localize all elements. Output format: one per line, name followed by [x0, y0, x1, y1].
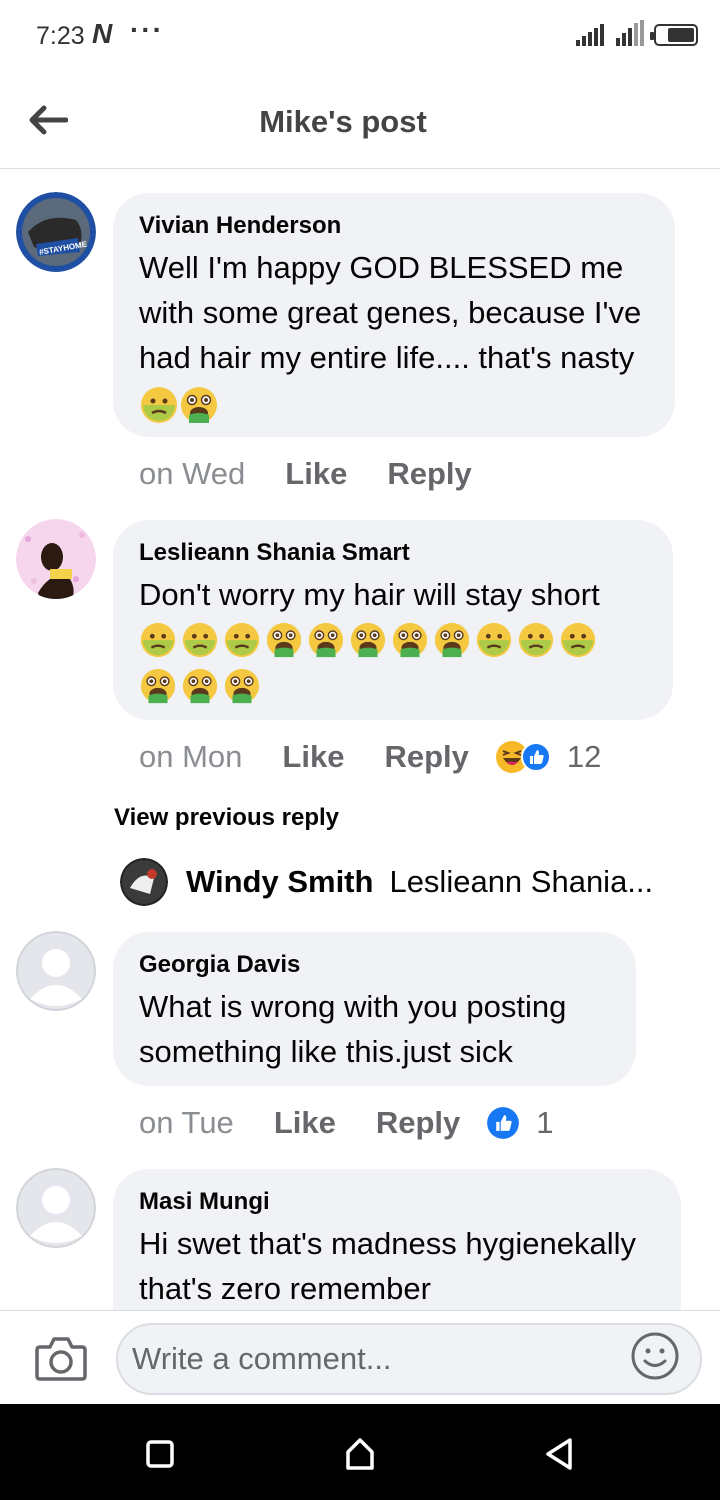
comment-actions: on Tue Like Reply 1 [139, 1105, 554, 1141]
reaction-count[interactable]: 12 [567, 739, 601, 775]
vomiting-face-icon [181, 386, 217, 423]
reply-button[interactable]: Reply [387, 456, 471, 492]
like-icon [520, 742, 551, 772]
vomiting-face-icon [350, 622, 386, 657]
comment-author[interactable]: Vivian Henderson [139, 211, 649, 241]
nauseated-face-icon [560, 622, 596, 657]
comment-bubble: Leslieann Shania Smart Don't worry my ha… [113, 520, 673, 720]
reply-preview[interactable]: Windy Smith Leslieann Shania... [120, 858, 675, 906]
page-title: Mike's post [259, 104, 427, 139]
comment-text: What is wrong with you posting something… [139, 989, 567, 1069]
nauseated-face-icon [224, 622, 260, 657]
camera-button[interactable] [34, 1333, 88, 1383]
default-avatar-icon [16, 1168, 96, 1248]
comment-actions: on Wed Like Reply [139, 456, 472, 492]
vomiting-face-icon [266, 622, 302, 657]
like-button[interactable]: Like [282, 739, 344, 775]
comment-time[interactable]: on Mon [139, 739, 242, 775]
status-icons [576, 20, 698, 46]
battery-icon [650, 24, 698, 46]
vomiting-face-icon [308, 622, 344, 657]
default-avatar-icon [16, 931, 96, 1011]
more-notifications-icon: ··· [130, 14, 164, 45]
comment-time[interactable]: on Tue [139, 1105, 234, 1141]
status-time: 7:23 [36, 22, 85, 50]
status-bar: 7:23 N ··· [0, 0, 720, 72]
avatar[interactable] [16, 1168, 96, 1248]
header: Mike's post [0, 72, 720, 169]
vomiting-face-icon [182, 668, 218, 703]
nauseated-face-icon [141, 386, 177, 423]
avatar-photo [120, 858, 168, 906]
reply-button[interactable]: Reply [376, 1105, 460, 1141]
reply-snippet: Leslieann Shania... [389, 864, 654, 899]
avatar-photo: #STAYHOME [16, 192, 96, 272]
camera-icon [35, 1337, 87, 1381]
comment-actions: on Mon Like Reply 12 [139, 739, 601, 775]
comment-author[interactable]: Leslieann Shania Smart [139, 538, 647, 568]
system-nav-bar [0, 1404, 720, 1500]
comment-bubble: Georgia Davis What is wrong with you pos… [113, 932, 636, 1086]
comment-composer: Write a comment... [0, 1310, 720, 1404]
comment-author[interactable]: Georgia Davis [139, 950, 610, 980]
comment-text: Hi swet that's madness hygienekally that… [139, 1226, 636, 1306]
reactions[interactable] [486, 1106, 520, 1140]
nauseated-face-icon [518, 622, 554, 657]
vomiting-face-icon [392, 622, 428, 657]
back-nav-icon[interactable] [540, 1434, 580, 1474]
reaction-count[interactable]: 1 [536, 1105, 553, 1141]
recents-icon[interactable] [140, 1434, 180, 1474]
nauseated-face-icon [140, 622, 176, 657]
reactions[interactable] [495, 740, 551, 774]
comment-time[interactable]: on Wed [139, 456, 245, 492]
netflix-notification-icon: N [92, 18, 113, 49]
reply-author[interactable]: Windy Smith [186, 864, 373, 900]
avatar[interactable] [16, 519, 96, 599]
emoji-button[interactable] [630, 1331, 680, 1381]
avatar[interactable]: #STAYHOME [16, 192, 96, 272]
avatar[interactable] [16, 931, 96, 1011]
signal-4g-icon [616, 20, 644, 46]
signal-icon [576, 24, 604, 46]
comment-text: Well I'm happy GOD BLESSED me with some … [139, 245, 649, 425]
comment-bubble: Vivian Henderson Well I'm happy GOD BLES… [113, 193, 675, 437]
vomiting-face-icon [434, 622, 470, 657]
comment-text: Don't worry my hair will stay short [139, 577, 600, 612]
comment-author[interactable]: Masi Mungi [139, 1187, 655, 1217]
avatar-photo [16, 519, 96, 599]
like-button[interactable]: Like [285, 456, 347, 492]
reply-button[interactable]: Reply [384, 739, 468, 775]
emoji-list [139, 617, 639, 709]
comment-input[interactable]: Write a comment... [116, 1323, 702, 1395]
vomiting-face-icon [224, 668, 260, 703]
comment-bubble: Masi Mungi Hi swet that's madness hygien… [113, 1169, 681, 1319]
nauseated-face-icon [182, 622, 218, 657]
vomiting-face-icon [140, 668, 176, 703]
home-icon[interactable] [340, 1434, 380, 1474]
like-button[interactable]: Like [274, 1105, 336, 1141]
avatar[interactable] [120, 858, 168, 906]
smiley-icon [631, 1332, 679, 1380]
nauseated-face-icon [476, 622, 512, 657]
like-icon [487, 1107, 520, 1139]
view-previous-reply-link[interactable]: View previous reply [114, 804, 339, 832]
